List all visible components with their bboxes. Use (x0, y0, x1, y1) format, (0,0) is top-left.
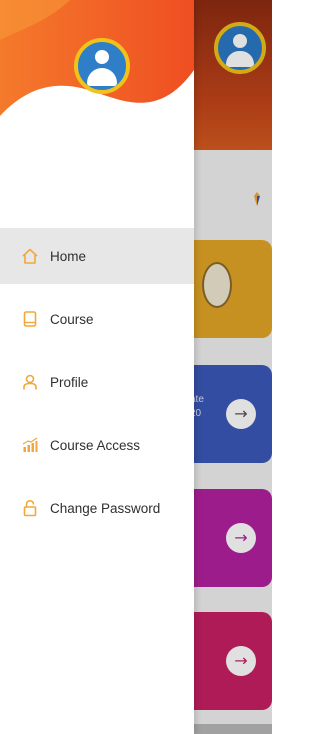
menu-item-course[interactable]: Course (0, 291, 194, 347)
person-icon (16, 373, 44, 391)
avatar-head (95, 50, 109, 64)
drawer-menu: Home Course Profile Course Access Change… (0, 228, 194, 543)
navigation-drawer: Home Course Profile Course Access Change… (0, 0, 194, 734)
menu-item-label: Profile (50, 374, 89, 390)
drawer-header (0, 0, 194, 130)
menu-item-course-access[interactable]: Course Access (0, 417, 194, 473)
menu-item-change-password[interactable]: Change Password (0, 480, 194, 536)
menu-item-label: Change Password (50, 500, 161, 516)
menu-item-label: Course Access (50, 437, 141, 453)
menu-item-home[interactable]: Home (0, 228, 194, 284)
menu-item-profile[interactable]: Profile (0, 354, 194, 410)
book-icon (16, 310, 44, 328)
chart-icon (16, 436, 44, 454)
lock-icon (16, 499, 44, 517)
home-icon (16, 247, 44, 265)
menu-item-label: Course (50, 311, 94, 327)
avatar-body (87, 68, 117, 86)
user-avatar-icon[interactable] (74, 38, 130, 94)
menu-item-label: Home (50, 248, 87, 264)
